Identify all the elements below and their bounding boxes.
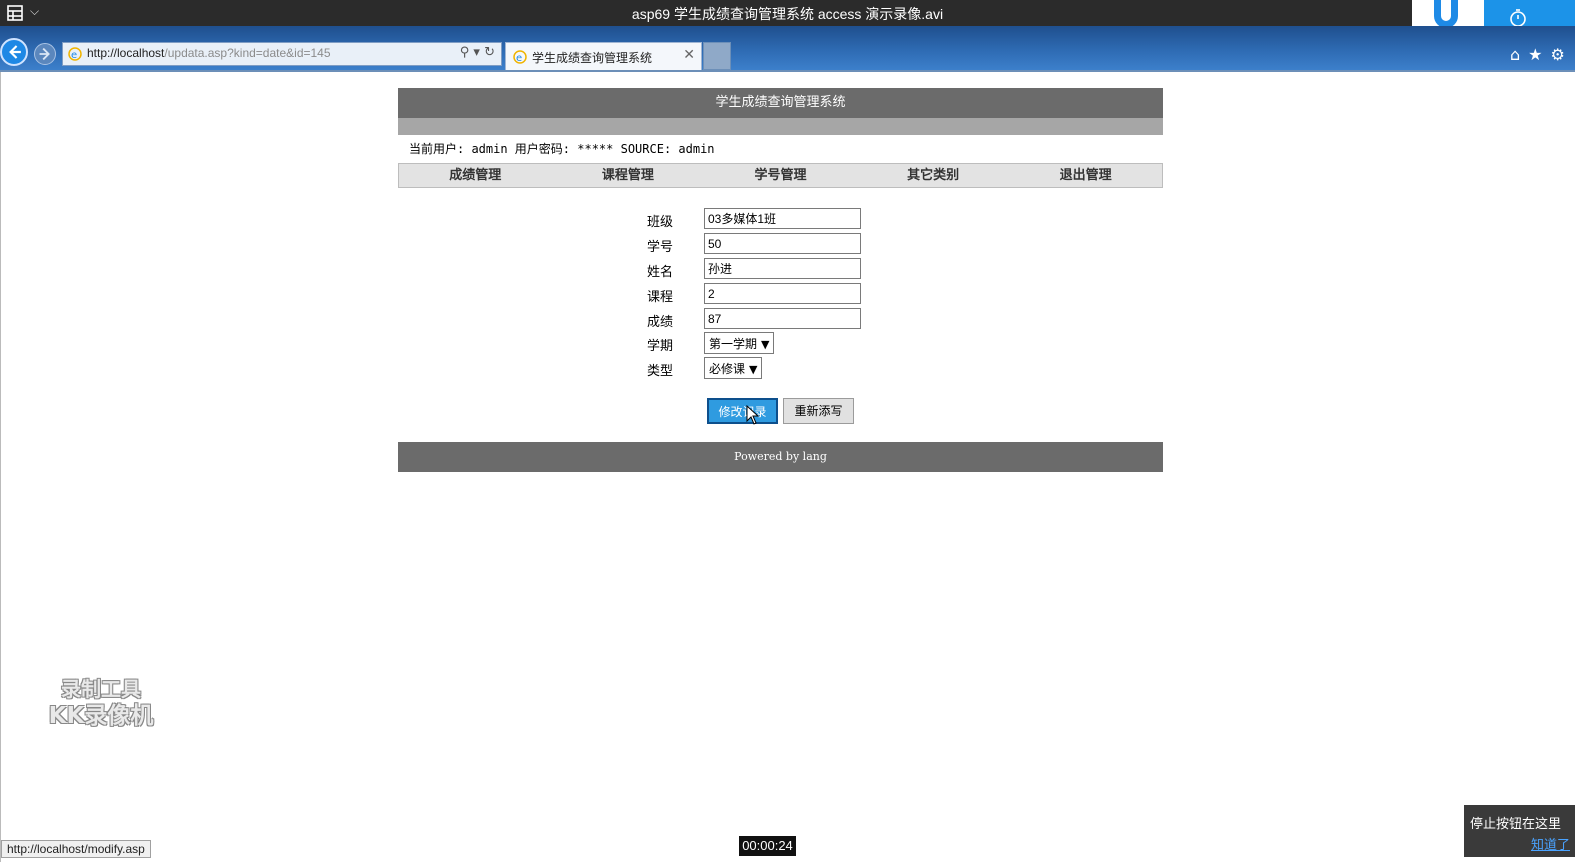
course-label: 课程 [647,290,674,305]
type-row: 类型 必修课 ▼ [641,357,881,379]
svg-text:e: e [516,53,522,64]
nav-score-management[interactable]: 成绩管理 [399,164,552,187]
forward-arrow-icon[interactable] [34,43,56,65]
stop-button-tip: 停止按钮在这里 知道了 [1464,805,1575,857]
page-title: 学生成绩查询管理系统 [398,88,1163,118]
score-input[interactable] [704,308,861,329]
web-page: 学生成绩查询管理系统 当前用户: admin 用户密码: ***** SOURC… [0,72,1575,862]
student-no-row: 学号 [641,233,881,255]
back-arrow-icon[interactable] [0,38,28,66]
svg-text:e: e [71,50,77,61]
class-label: 班级 [647,215,674,230]
chevron-down-icon: ▼ [761,338,770,351]
tip-dismiss-link[interactable]: 知道了 [1470,834,1570,853]
player-titlebar: ⌵ asp69 学生成绩查询管理系统 access 演示录像.avi [0,0,1575,26]
watermark-line1: 录制工具 [61,677,141,701]
modify-record-button[interactable]: 修改记录 [707,398,778,424]
ie-icon: e [513,50,527,64]
recording-timer: 00:00:24 [739,836,796,856]
window-title: asp69 学生成绩查询管理系统 access 演示录像.avi [631,6,944,22]
tab-active[interactable]: e 学生成绩查询管理系统 ✕ [505,42,702,70]
close-icon[interactable]: ✕ [683,47,695,63]
type-value: 必修课 [709,362,746,376]
score-row: 成绩 [641,308,881,330]
name-input[interactable] [704,258,861,279]
main-nav: 成绩管理 课程管理 学号管理 其它类别 退出管理 [398,163,1163,188]
student-no-input[interactable] [704,233,861,254]
score-label: 成绩 [647,315,674,330]
address-bar[interactable]: e http://localhost/updata.asp?kind=date&… [62,42,502,66]
status-bar-url: http://localhost/modify.asp [1,840,151,858]
course-input[interactable] [704,283,861,304]
name-label: 姓名 [647,265,674,280]
nav-other-categories[interactable]: 其它类别 [857,164,1010,187]
home-star-gear-icons[interactable]: ⌂★⚙ [1510,45,1573,64]
class-input[interactable] [704,208,861,229]
course-row: 课程 [641,283,881,305]
recorder-watermark: 录制工具 KK录像机 [31,676,171,730]
type-select[interactable]: 必修课 ▼ [704,357,763,379]
term-label: 学期 [647,339,674,354]
watermark-line2: KK录像机 [48,703,154,729]
student-no-label: 学号 [647,240,674,255]
user-info: 当前用户: admin 用户密码: ***** SOURCE: admin [409,142,715,156]
nav-student-no-management[interactable]: 学号管理 [704,164,857,187]
term-select[interactable]: 第一学期 ▼ [704,332,775,354]
page-footer: Powered by lang [398,442,1163,472]
mouse-cursor-icon [746,405,760,425]
timer-icon[interactable] [1508,8,1528,28]
header-strip [398,118,1163,135]
new-tab-button[interactable] [703,42,731,70]
ie-icon: e [68,47,82,61]
nav-logout[interactable]: 退出管理 [1009,164,1162,187]
name-row: 姓名 [641,258,881,280]
browser-toolbar: e http://localhost/updata.asp?kind=date&… [0,26,1575,72]
term-value: 第一学期 [709,337,758,351]
type-label: 类型 [647,364,674,379]
class-row: 班级 [641,208,881,230]
tab-title: 学生成绩查询管理系统 [532,51,653,65]
reset-button[interactable]: 重新添写 [783,398,854,424]
chevron-down-icon: ▼ [749,363,758,376]
tip-text: 停止按钮在这里 [1470,817,1562,832]
search-refresh-icons[interactable]: ⚲ ▾ ↻ [460,45,495,60]
address-url: http://localhost/updata.asp?kind=date&id… [87,46,331,60]
term-row: 学期 第一学期 ▼ [641,332,881,354]
nav-course-management[interactable]: 课程管理 [552,164,705,187]
